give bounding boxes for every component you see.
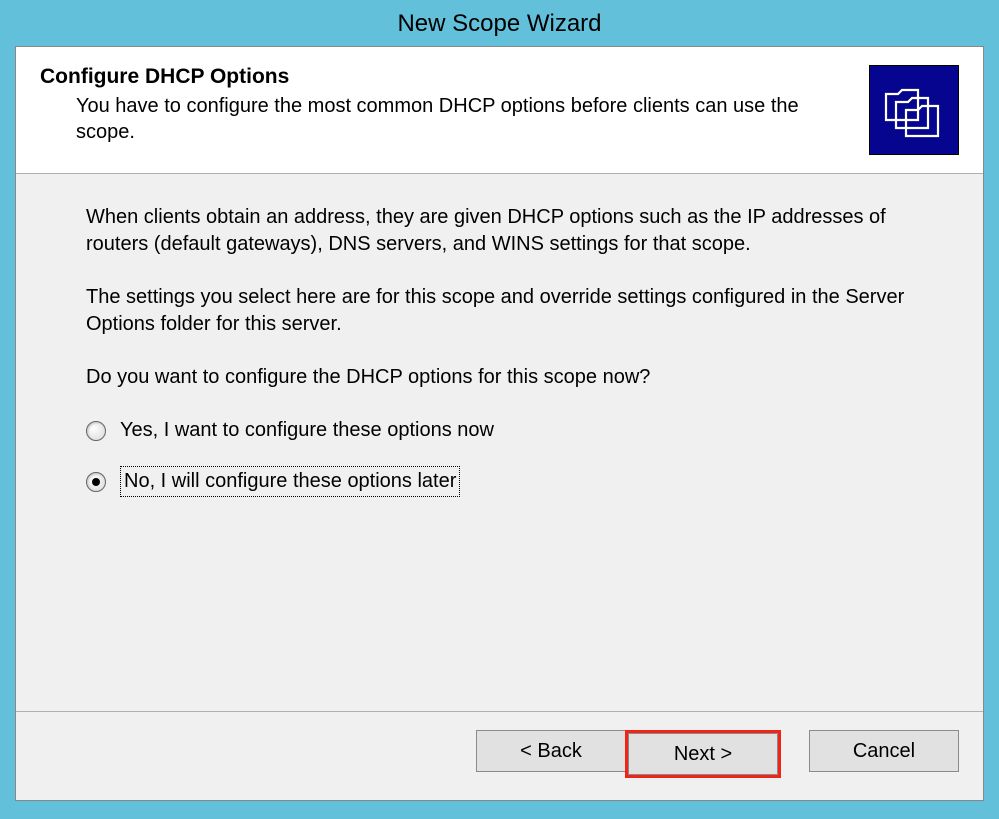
wizard-icon [869, 65, 959, 155]
page-subtitle: You have to configure the most common DH… [76, 93, 849, 145]
radio-label-no: No, I will configure these options later [120, 466, 460, 497]
folders-icon [876, 72, 952, 148]
page-title: Configure DHCP Options [40, 65, 849, 89]
radio-group: Yes, I want to configure these options n… [86, 417, 913, 497]
next-button-highlight: Next > [625, 730, 781, 778]
window-body: Configure DHCP Options You have to confi… [15, 46, 984, 801]
back-button[interactable]: < Back [476, 730, 626, 772]
radio-label-yes: Yes, I want to configure these options n… [120, 417, 494, 444]
info-paragraph-2: The settings you select here are for thi… [86, 284, 913, 338]
info-paragraph-1: When clients obtain an address, they are… [86, 204, 913, 258]
next-button[interactable]: Next > [628, 733, 778, 775]
wizard-header: Configure DHCP Options You have to confi… [16, 47, 983, 174]
radio-dot-icon [92, 478, 100, 486]
wizard-header-text: Configure DHCP Options You have to confi… [40, 65, 869, 145]
wizard-content: When clients obtain an address, they are… [16, 174, 983, 711]
window-title: New Scope Wizard [397, 10, 601, 38]
back-next-group: < Back Next > [476, 730, 781, 778]
question-text: Do you want to configure the DHCP option… [86, 364, 913, 391]
wizard-footer: < Back Next > Cancel [16, 711, 983, 800]
radio-option-no[interactable]: No, I will configure these options later [86, 466, 913, 497]
title-bar[interactable]: New Scope Wizard [2, 2, 997, 46]
radio-icon [86, 421, 106, 441]
cancel-button[interactable]: Cancel [809, 730, 959, 772]
radio-icon [86, 472, 106, 492]
window-frame: New Scope Wizard Configure DHCP Options … [0, 0, 999, 819]
radio-option-yes[interactable]: Yes, I want to configure these options n… [86, 417, 913, 444]
